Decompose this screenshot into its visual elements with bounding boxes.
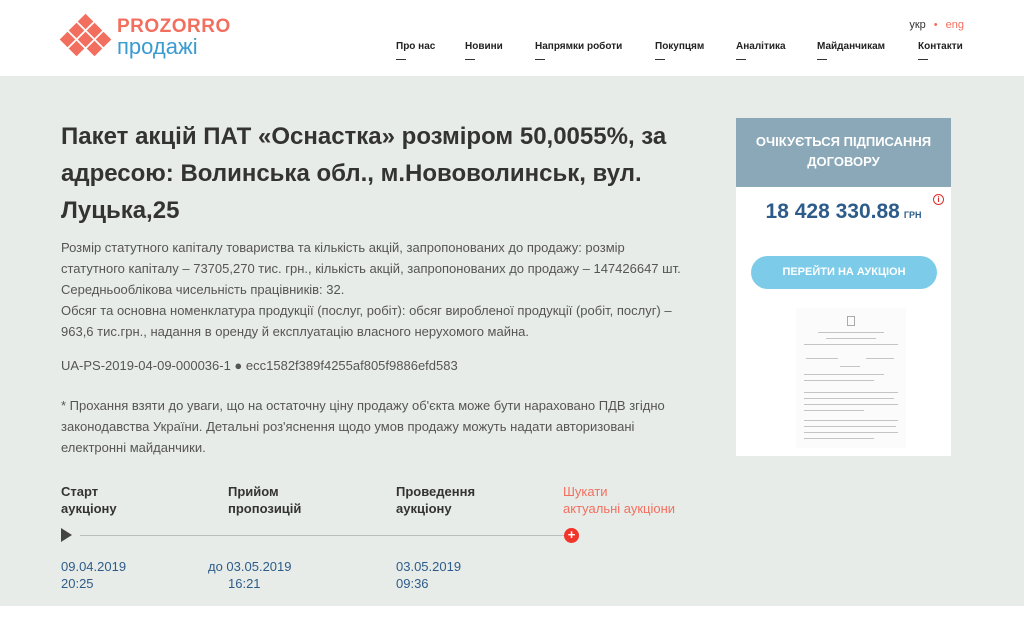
timeline-step-label: Прийом пропозицій	[228, 484, 302, 516]
go-to-auction-button[interactable]: ПЕРЕЙТИ НА АУКЦІОН	[751, 256, 937, 289]
description-line: Середньооблікова чисельність працівників…	[61, 282, 345, 297]
lang-ukr-link[interactable]: укр	[909, 19, 925, 31]
prozorro-logo[interactable]: PROZORRO продажі	[59, 13, 241, 59]
price-display: 18 428 330.88 ГРН	[736, 200, 951, 224]
auction-status-card: ОЧІКУЄТЬСЯ ПІДПИСАННЯ ДОГОВОРУ i 18 428 …	[736, 118, 951, 456]
footer-strip	[0, 606, 1024, 624]
logo-text-prodazhi: продажі	[117, 34, 198, 59]
contract-document-thumbnail[interactable]	[796, 308, 906, 448]
status-badge: ОЧІКУЄТЬСЯ ПІДПИСАННЯ ДОГОВОРУ	[736, 118, 951, 187]
logo-diamond-icon	[59, 13, 112, 58]
description-line: Розмір статутного капіталу товариства та…	[61, 240, 625, 255]
nav-item-platforms[interactable]: Майданчикам	[817, 41, 885, 60]
timeline-play-icon	[61, 528, 72, 542]
lang-eng-link[interactable]: eng	[946, 19, 964, 31]
timeline-line	[80, 535, 565, 536]
description-line: статутного капіталу – 73705,270 тис. грн…	[61, 261, 681, 276]
nav-item-about[interactable]: Про нас	[396, 41, 435, 60]
description-line: 963,6 тис.грн., надання в оренду й експл…	[61, 324, 529, 339]
nav-item-analytics[interactable]: Аналітика	[736, 41, 786, 60]
timeline-step-label: Проведення аукціону	[396, 484, 476, 516]
nav-item-contacts[interactable]: Контакти	[918, 41, 963, 60]
lot-identifier: UA-PS-2019-04-09-000036-1 ● ecc1582f389f…	[61, 358, 458, 373]
search-plus-icon[interactable]: +	[564, 528, 579, 543]
nav-item-directions[interactable]: Напрямки роботи	[535, 41, 622, 60]
lot-description: Розмір статутного капіталу товариства та…	[61, 237, 725, 342]
nav-item-news[interactable]: Новини	[465, 41, 503, 60]
lang-separator: •	[933, 19, 938, 31]
site-header: PROZORRO продажі укр • eng Про нас Новини …	[0, 0, 1024, 76]
timeline-step-date: 09.04.2019 20:25	[61, 559, 127, 591]
language-switch: укр • eng	[909, 19, 964, 31]
timeline-step-date: 03.05.2019 09:36	[396, 559, 462, 591]
price-currency: ГРН	[903, 210, 922, 220]
description-line: Обсяг та основна номенклатура продукції …	[61, 303, 672, 318]
coat-of-arms-icon	[847, 316, 855, 326]
timeline-step-date: до 03.05.2019 16:21	[208, 559, 292, 591]
timeline-step-label: Старт аукціону	[61, 484, 117, 516]
lot-title: Пакет акцій ПАТ «Оснастка» розміром 50,0…	[61, 123, 667, 224]
vat-note: * Прохання взяти до уваги, що на остаточ…	[61, 398, 665, 455]
search-auctions-link[interactable]: Шукати актуальні аукціони	[563, 483, 675, 517]
nav-item-buyers[interactable]: Покупцям	[655, 41, 704, 60]
price-value: 18 428 330.88	[765, 200, 900, 223]
lot-details-section: Пакет акцій ПАТ «Оснастка» розміром 50,0…	[0, 76, 1024, 606]
